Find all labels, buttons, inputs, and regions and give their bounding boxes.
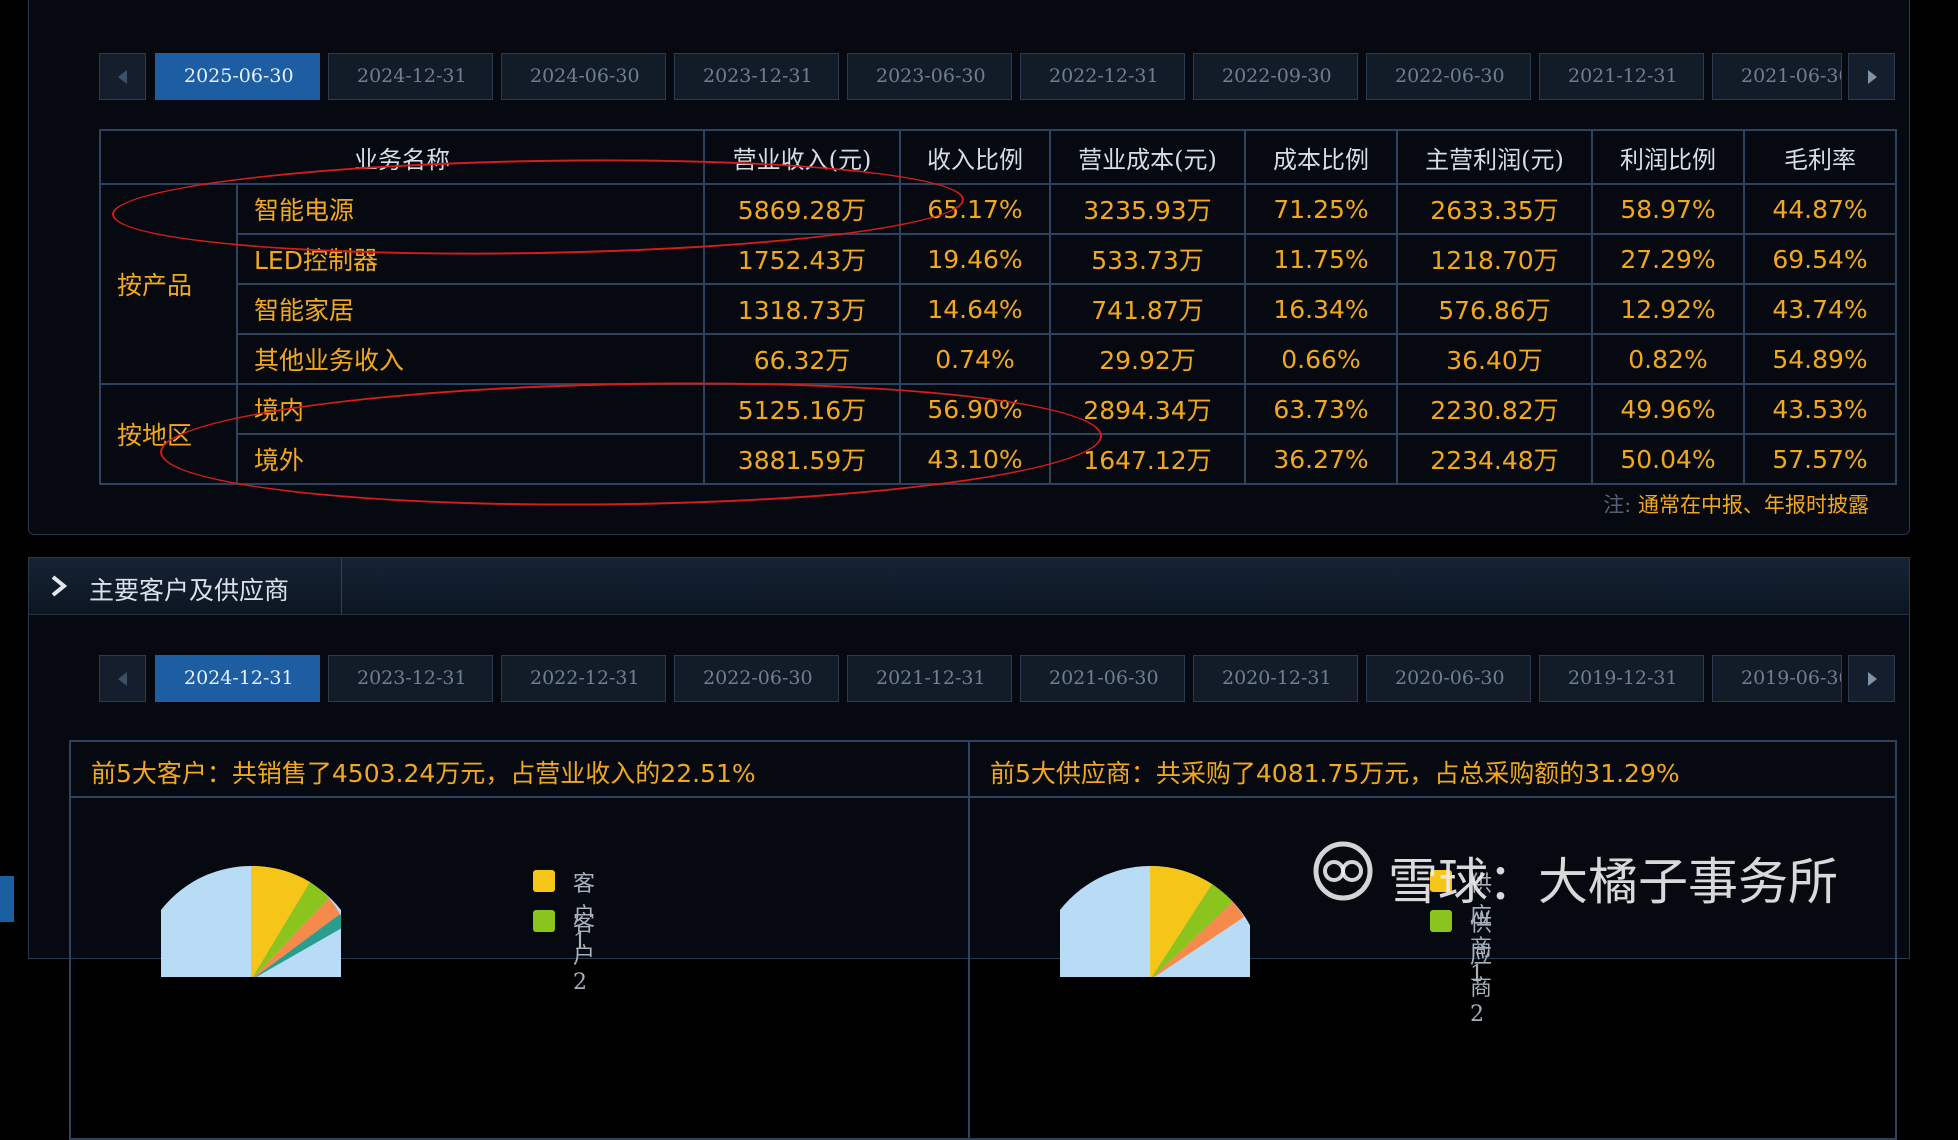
cell: 58.97% bbox=[1591, 183, 1745, 235]
cell: 1218.70万 bbox=[1396, 233, 1593, 285]
legend-label: 供应商2 bbox=[1470, 912, 1493, 1027]
suppliers-pie-chart bbox=[1060, 865, 1250, 977]
business-name: 智能家居 bbox=[236, 283, 705, 335]
disclosure-note: 注: 通常在中报、年报时披露 bbox=[1603, 489, 1869, 519]
suppliers-summary-header: 前5大供应商：共采购了4081.75万元，占总采购额的31.29% bbox=[970, 742, 1895, 798]
cell: 27.29% bbox=[1591, 233, 1745, 285]
left-edge-badge[interactable] bbox=[0, 876, 14, 922]
customer-date-tabs: 2024-12-31 2023-12-31 2022-12-31 2022-06… bbox=[99, 655, 1895, 702]
arrow-left-icon bbox=[118, 70, 127, 84]
date-tab[interactable]: 2021-06-30 bbox=[1020, 655, 1185, 702]
date-tab[interactable]: 2023-12-31 bbox=[674, 53, 839, 100]
cell: 0.66% bbox=[1244, 333, 1398, 385]
arrow-left-icon bbox=[118, 672, 127, 686]
date-tab[interactable]: 2023-06-30 bbox=[847, 53, 1012, 100]
cell: 29.92万 bbox=[1049, 333, 1246, 385]
cell: 12.92% bbox=[1591, 283, 1745, 335]
table-row: 智能家居 1318.73万 14.64% 741.87万 16.34% 576.… bbox=[100, 283, 1897, 335]
report-date-tabs: 2025-06-30 2024-12-31 2024-06-30 2023-12… bbox=[99, 53, 1895, 100]
chevron-right-icon bbox=[51, 575, 68, 597]
prev-dates-button[interactable] bbox=[99, 655, 146, 702]
date-tab[interactable]: 2022-09-30 bbox=[1193, 53, 1358, 100]
cell: 14.64% bbox=[899, 283, 1051, 335]
cell: 43.53% bbox=[1743, 383, 1897, 435]
customers-summary-header: 前5大客户：共销售了4503.24万元，占营业收入的22.51% bbox=[71, 742, 968, 798]
date-tab[interactable]: 2019-12-31 bbox=[1539, 655, 1704, 702]
cell: 63.73% bbox=[1244, 383, 1398, 435]
legend-swatch bbox=[533, 910, 555, 932]
date-tab[interactable]: 2022-12-31 bbox=[1020, 53, 1185, 100]
cell: 11.75% bbox=[1244, 233, 1398, 285]
customers-summary: 前5大客户：共销售了4503.24万元，占营业收入的22.51% bbox=[91, 759, 756, 788]
cell: 43.74% bbox=[1743, 283, 1897, 335]
col-header: 利润比例 bbox=[1591, 129, 1745, 185]
date-tab[interactable]: 2024-12-31 bbox=[155, 655, 320, 702]
arrow-right-icon bbox=[1868, 70, 1877, 84]
section-title: 主要客户及供应商 bbox=[89, 576, 290, 605]
section-header: 主要客户及供应商 bbox=[29, 558, 1909, 615]
cell: 36.27% bbox=[1244, 433, 1398, 485]
legend-swatch bbox=[533, 870, 555, 892]
date-tab[interactable]: 2020-12-31 bbox=[1193, 655, 1358, 702]
arrow-right-icon bbox=[1868, 672, 1877, 686]
date-tab[interactable]: 2022-06-30 bbox=[1366, 53, 1531, 100]
date-tab[interactable]: 2020-06-30 bbox=[1366, 655, 1531, 702]
cell: 0.74% bbox=[899, 333, 1051, 385]
cell: 36.40万 bbox=[1396, 333, 1593, 385]
date-tab[interactable]: 2025-06-30 bbox=[155, 53, 320, 100]
date-tab[interactable]: 2024-12-31 bbox=[328, 53, 493, 100]
cell: 19.46% bbox=[899, 233, 1051, 285]
cell: 69.54% bbox=[1743, 233, 1897, 285]
xueqiu-logo-icon bbox=[1313, 841, 1373, 901]
cell: 741.87万 bbox=[1049, 283, 1246, 335]
cell: 2633.35万 bbox=[1396, 183, 1593, 235]
section-title-tab[interactable]: 主要客户及供应商 bbox=[29, 558, 342, 614]
cell: 54.89% bbox=[1743, 333, 1897, 385]
cell: 3235.93万 bbox=[1049, 183, 1246, 235]
cell: 44.87% bbox=[1743, 183, 1897, 235]
cell: 50.04% bbox=[1591, 433, 1745, 485]
cell: 0.82% bbox=[1591, 333, 1745, 385]
table-row: 其他业务收入 66.32万 0.74% 29.92万 0.66% 36.40万 … bbox=[100, 333, 1897, 385]
cell: 2234.48万 bbox=[1396, 433, 1593, 485]
cell: 71.25% bbox=[1244, 183, 1398, 235]
cell: 66.32万 bbox=[703, 333, 901, 385]
date-tab[interactable]: 2019-06-30 bbox=[1712, 655, 1842, 702]
cell: 16.34% bbox=[1244, 283, 1398, 335]
suppliers-summary: 前5大供应商：共采购了4081.75万元，占总采购额的31.29% bbox=[990, 759, 1680, 788]
date-tab[interactable]: 2021-12-31 bbox=[1539, 53, 1704, 100]
date-tab[interactable]: 2022-06-30 bbox=[674, 655, 839, 702]
col-header: 毛利率 bbox=[1743, 129, 1897, 185]
col-header: 成本比例 bbox=[1244, 129, 1398, 185]
col-header: 营业成本(元) bbox=[1049, 129, 1246, 185]
col-header: 收入比例 bbox=[899, 129, 1051, 185]
col-header: 主营利润(元) bbox=[1396, 129, 1593, 185]
prev-dates-button[interactable] bbox=[99, 53, 146, 100]
cell: 2230.82万 bbox=[1396, 383, 1593, 435]
date-tab[interactable]: 2024-06-30 bbox=[501, 53, 666, 100]
cell: 533.73万 bbox=[1049, 233, 1246, 285]
next-dates-button[interactable] bbox=[1848, 53, 1895, 100]
cell: 1318.73万 bbox=[703, 283, 901, 335]
date-tab[interactable]: 2022-12-31 bbox=[501, 655, 666, 702]
cell: 576.86万 bbox=[1396, 283, 1593, 335]
watermark-text: 雪球：大橘子事务所 bbox=[1388, 853, 1838, 911]
date-tab[interactable]: 2021-12-31 bbox=[847, 655, 1012, 702]
legend-label: 客户2 bbox=[573, 912, 596, 995]
cell: 57.57% bbox=[1743, 433, 1897, 485]
top5-suppliers-box: 前5大供应商：共采购了4081.75万元，占总采购额的31.29% 供应商1 供… bbox=[968, 740, 1897, 1140]
note-label: 注: bbox=[1603, 493, 1632, 517]
next-dates-button[interactable] bbox=[1848, 655, 1895, 702]
date-tab[interactable]: 2023-12-31 bbox=[328, 655, 493, 702]
top5-customers-box: 前5大客户：共销售了4503.24万元，占营业收入的22.51% 客户1 客户2 bbox=[69, 740, 970, 1140]
date-tab[interactable]: 2021-06-30 bbox=[1712, 53, 1842, 100]
business-name: 其他业务收入 bbox=[236, 333, 705, 385]
customers-pie-chart bbox=[161, 865, 341, 977]
cell: 49.96% bbox=[1591, 383, 1745, 435]
note-text: 通常在中报、年报时披露 bbox=[1638, 493, 1869, 517]
